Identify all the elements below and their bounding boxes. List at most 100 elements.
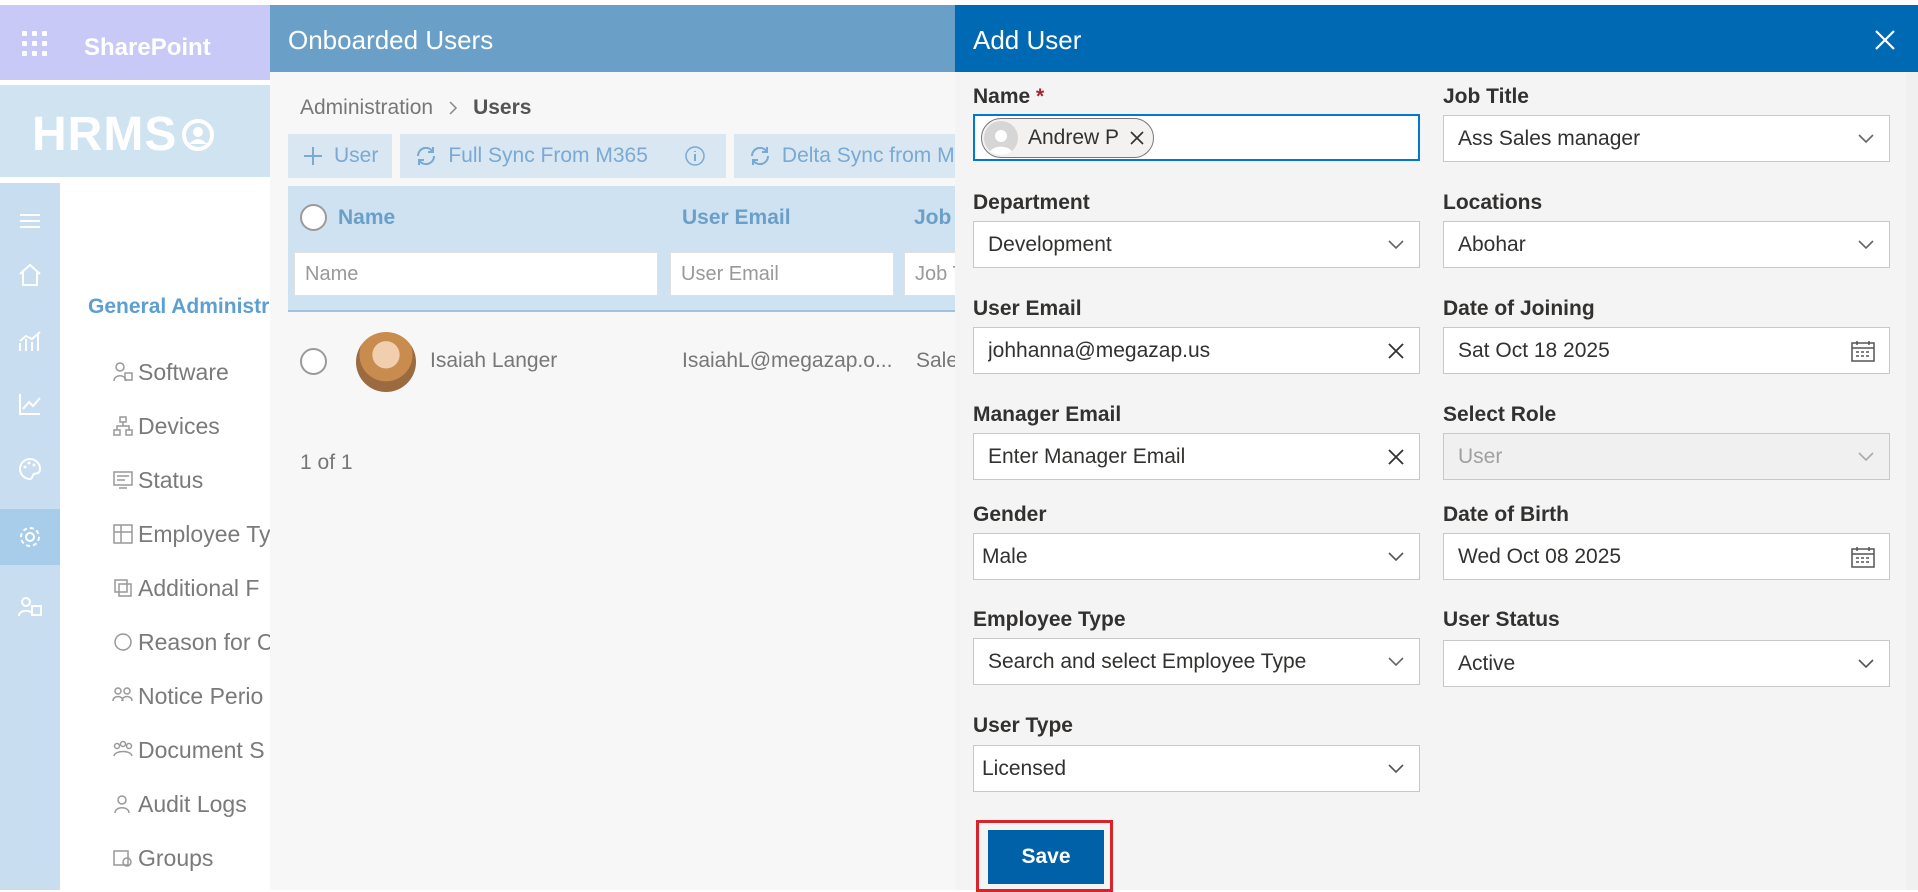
document-group-icon — [113, 740, 133, 757]
close-button[interactable] — [1870, 25, 1900, 55]
chevron-down-icon — [1858, 133, 1874, 143]
nav-item-label: Software — [138, 358, 229, 385]
user-email-value: johhanna@megazap.us — [988, 338, 1211, 362]
column-header-email[interactable]: User Email — [682, 206, 791, 230]
breadcrumb: Administration Users — [300, 96, 531, 120]
department-label: Department — [973, 191, 1090, 214]
user-manage-icon[interactable] — [0, 579, 60, 635]
plus-icon — [304, 147, 322, 165]
name-label-text: Name — [973, 85, 1031, 108]
date-of-birth-label: Date of Birth — [1443, 503, 1569, 526]
nav-item-additional[interactable]: Additional F — [112, 572, 259, 604]
add-user-header: Add User — [955, 5, 1918, 72]
chip-label: Andrew P — [1028, 125, 1120, 149]
palette-icon[interactable] — [0, 441, 60, 497]
manager-email-field[interactable]: Enter Manager Email — [973, 433, 1420, 480]
app-launcher-icon[interactable] — [22, 31, 48, 57]
user-type-dropdown[interactable]: Licensed — [973, 745, 1420, 792]
full-sync-label: Full Sync From M365 — [448, 144, 648, 167]
scrollbar[interactable] — [1906, 72, 1918, 890]
department-dropdown[interactable]: Development — [973, 221, 1420, 268]
analytics-icon[interactable] — [0, 313, 60, 369]
close-icon — [1875, 30, 1895, 50]
nav-item-audit-logs[interactable]: Audit Logs — [112, 788, 247, 820]
user-chip[interactable]: Andrew P — [981, 117, 1155, 158]
job-title-dropdown[interactable]: Ass Sales manager — [1443, 115, 1890, 162]
delta-sync-button[interactable]: Delta Sync from M3 — [733, 134, 981, 178]
user-email-field[interactable]: johhanna@megazap.us — [973, 327, 1420, 374]
site-logo[interactable]: HRMS — [32, 107, 215, 162]
user-status-dropdown[interactable]: Active — [1443, 640, 1890, 687]
select-all-radio[interactable] — [300, 204, 327, 231]
row-select-radio[interactable] — [300, 348, 327, 375]
row-email: IsaiahL@megazap.o... — [682, 349, 893, 372]
user-email-label: User Email — [973, 297, 1082, 320]
nav-item-status[interactable]: Status — [112, 464, 203, 496]
add-user-button[interactable]: User — [288, 134, 393, 178]
employee-type-dropdown[interactable]: Search and select Employee Type — [973, 638, 1420, 685]
column-header-job[interactable]: Job — [914, 206, 951, 230]
clear-icon[interactable] — [1387, 342, 1405, 360]
audit-logs-icon — [114, 795, 130, 814]
nav-heading[interactable]: General Administra — [88, 295, 281, 319]
date-of-birth-picker[interactable]: Wed Oct 08 2025 — [1443, 533, 1890, 580]
email-filter-input[interactable]: User Email — [670, 252, 894, 296]
column-header-name[interactable]: Name — [338, 206, 395, 230]
info-icon[interactable] — [684, 145, 706, 167]
breadcrumb-parent[interactable]: Administration — [300, 96, 433, 120]
nav-item-employee-type[interactable]: Employee Ty — [112, 518, 271, 550]
menu-icon[interactable] — [0, 193, 60, 249]
job-title-value: Ass Sales manager — [1458, 126, 1641, 150]
settings-icon[interactable] — [0, 509, 60, 565]
job-filter-input[interactable]: Job T — [904, 252, 960, 296]
gender-dropdown[interactable]: Male — [973, 533, 1420, 580]
date-of-joining-picker[interactable]: Sat Oct 18 2025 — [1443, 327, 1890, 374]
home-icon[interactable] — [0, 247, 60, 303]
nav-item-devices[interactable]: Devices — [112, 410, 220, 442]
notice-period-icon — [112, 687, 133, 702]
calendar-icon[interactable] — [1851, 546, 1875, 568]
logo-text: HRMS — [32, 108, 178, 161]
panel-header: Onboarded Users — [270, 5, 960, 72]
pager: 1 of 1 — [300, 451, 353, 474]
department-value: Development — [988, 232, 1112, 256]
grid-header: Name User Email Job Name User Email Job … — [288, 186, 960, 312]
clear-icon[interactable] — [1387, 448, 1405, 466]
save-button[interactable]: Save — [988, 830, 1104, 884]
full-sync-button[interactable]: Full Sync From M365 — [400, 134, 726, 178]
breadcrumb-current: Users — [473, 96, 532, 119]
nav-item-label: Employee Ty — [138, 520, 271, 547]
additional-fields-icon — [114, 579, 132, 597]
locations-value: Abohar — [1458, 232, 1526, 256]
name-filter-input[interactable]: Name — [294, 252, 658, 296]
nav-item-label: Groups — [138, 844, 214, 871]
remove-icon[interactable] — [1129, 130, 1145, 146]
name-label: Name * — [973, 85, 1044, 109]
trend-chart-icon[interactable] — [0, 376, 60, 432]
status-icon — [113, 471, 133, 489]
add-user-panel: Add User Name * Andrew P Job Title Ass S… — [955, 5, 1918, 892]
nav-item-groups[interactable]: Groups — [112, 842, 213, 874]
onboarded-users-panel: Onboarded Users Administration Users Use… — [270, 5, 981, 890]
add-user-label: User — [334, 144, 379, 167]
avatar — [356, 332, 416, 392]
software-icon — [113, 362, 133, 382]
locations-dropdown[interactable]: Abohar — [1443, 221, 1890, 268]
calendar-icon[interactable] — [1851, 340, 1875, 362]
reason-circle-icon — [114, 633, 132, 651]
table-row[interactable]: Isaiah Langer IsaiahL@megazap.o... Sale — [288, 327, 960, 397]
suite-title[interactable]: SharePoint — [84, 34, 211, 62]
sync-icon — [750, 146, 769, 166]
nav-item-label: Notice Perio — [138, 682, 264, 709]
name-people-picker[interactable]: Andrew P — [973, 114, 1420, 161]
nav-item-reason[interactable]: Reason for C — [112, 626, 274, 658]
date-of-birth-value: Wed Oct 08 2025 — [1458, 544, 1622, 568]
nav-item-software[interactable]: Software — [112, 356, 229, 388]
groups-icon — [113, 850, 132, 867]
nav-item-notice-period[interactable]: Notice Perio — [112, 680, 263, 712]
delta-sync-label: Delta Sync from M3 — [781, 144, 967, 167]
person-icon — [984, 120, 1018, 155]
date-of-joining-value: Sat Oct 18 2025 — [1458, 338, 1610, 362]
chevron-down-icon — [1858, 239, 1874, 249]
nav-item-document[interactable]: Document S — [112, 734, 265, 766]
